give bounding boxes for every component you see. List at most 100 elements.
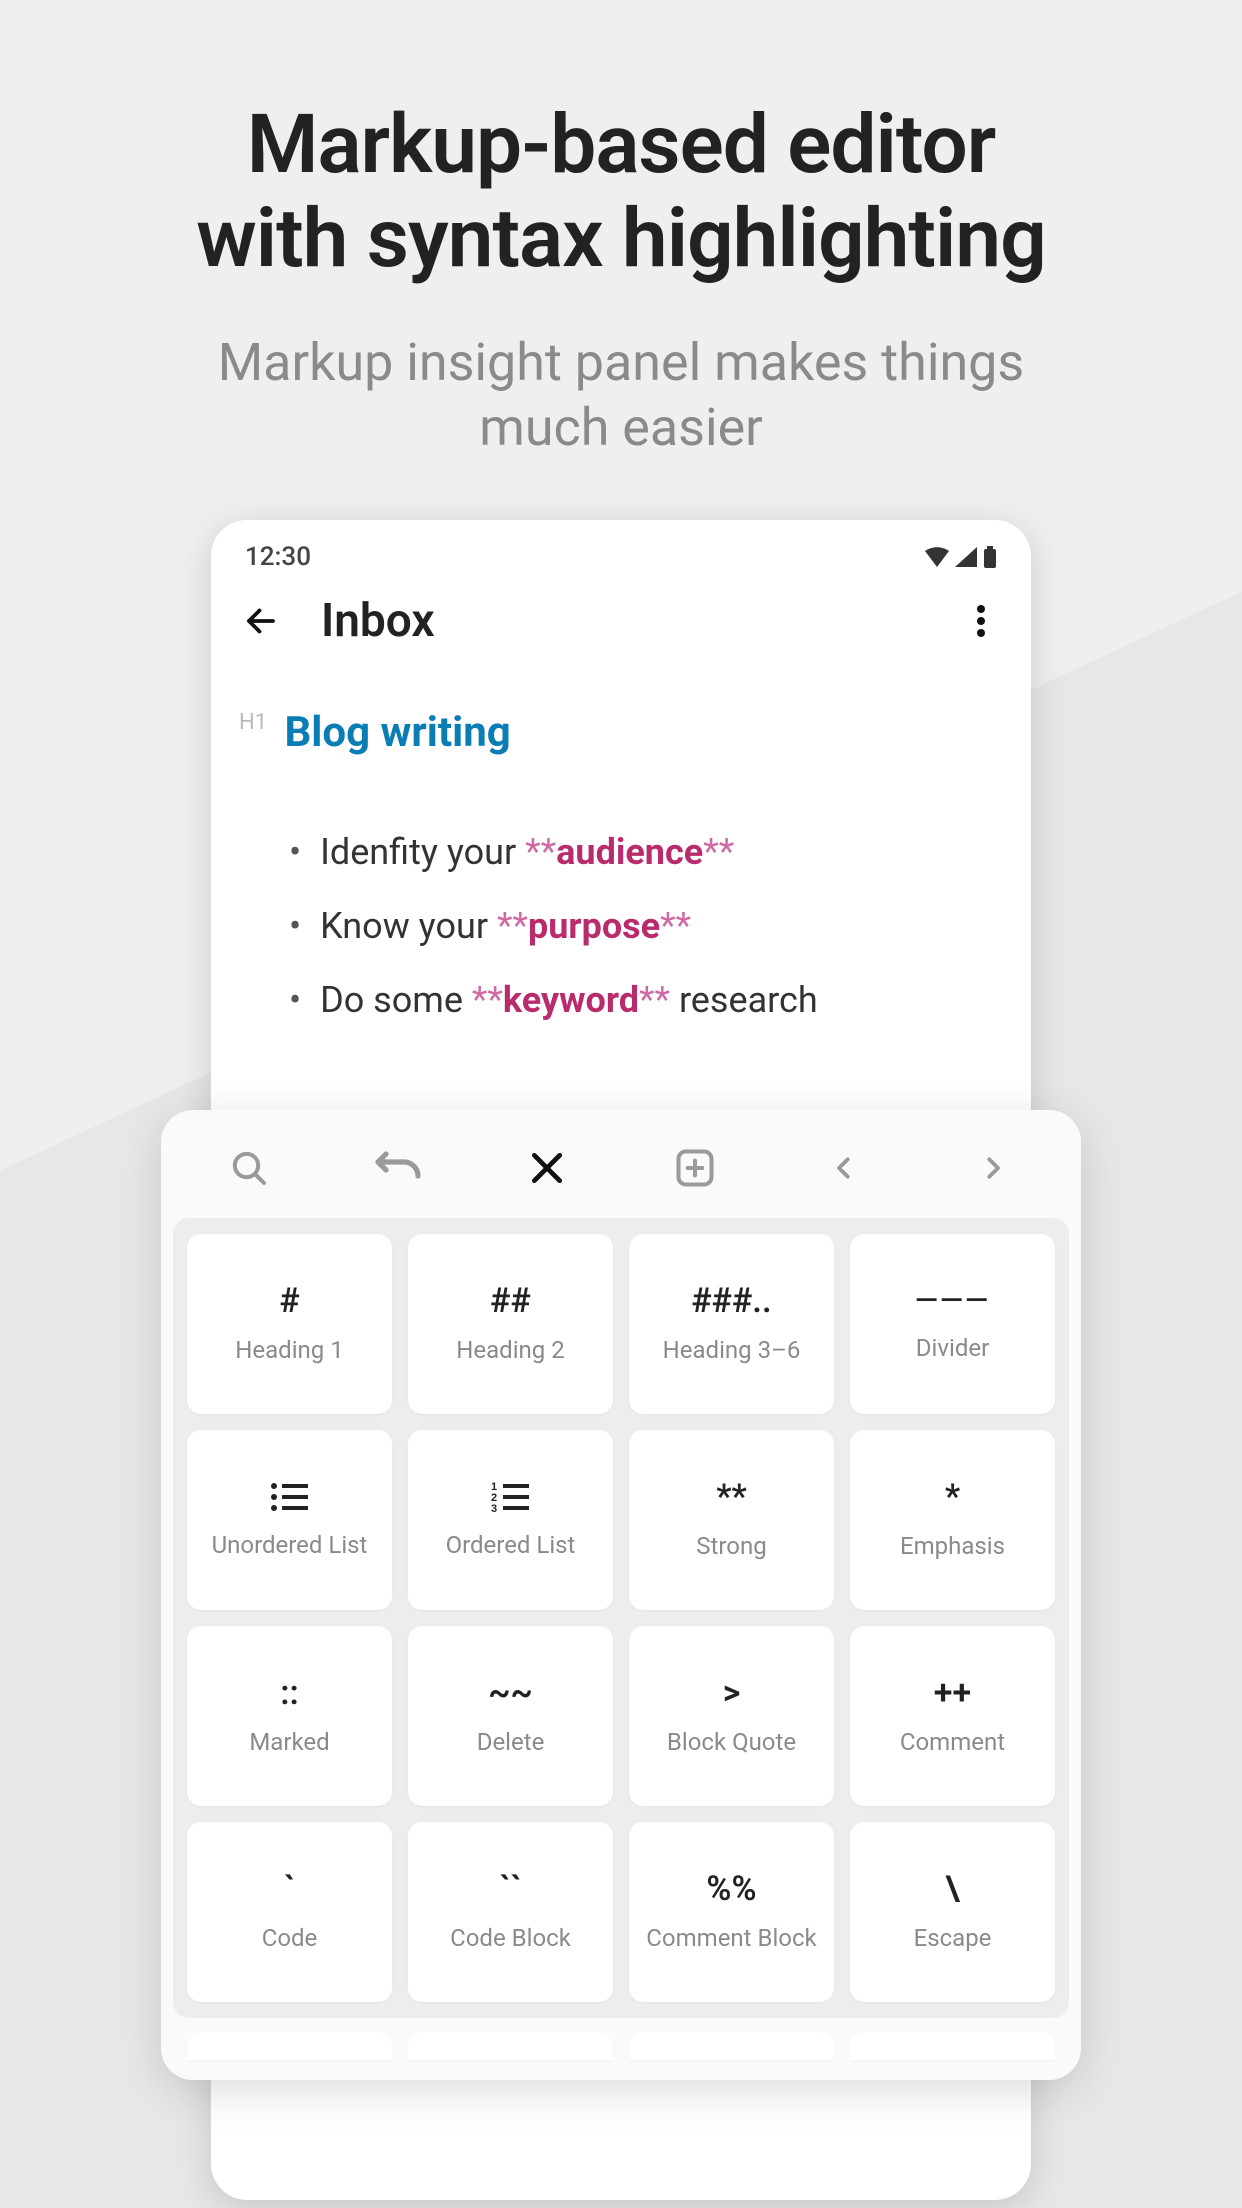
md-stars: **	[497, 905, 528, 947]
peek-cell	[408, 2032, 613, 2060]
cell-sym: #	[279, 1284, 299, 1318]
more-vert-icon	[976, 604, 986, 638]
back-button[interactable]	[239, 599, 283, 643]
bullet-pre: Idenfity your	[320, 831, 525, 873]
peek-cell	[850, 2032, 1055, 2060]
next-button[interactable]	[963, 1138, 1023, 1198]
unordered-list-icon	[270, 1481, 310, 1513]
cell-sym: \	[945, 1872, 959, 1906]
cell-comment-block[interactable]: %% Comment Block	[629, 1822, 834, 2002]
cell-label: Code	[262, 1924, 318, 1952]
ordered-list-icon: 123	[491, 1481, 531, 1513]
cell-emphasis[interactable]: * Emphasis	[850, 1430, 1055, 1610]
bullet-icon: •	[289, 905, 301, 947]
cell-label: Divider	[916, 1334, 989, 1362]
promo-title-line1: Markup-based editor	[247, 97, 996, 193]
promo-subtitle: Markup insight panel makes things much e…	[0, 330, 1242, 460]
cell-sym: ::	[280, 1676, 299, 1710]
promo-sub-line2: much easier	[479, 397, 763, 458]
arrow-left-icon	[243, 603, 279, 639]
cell-sym: ++	[934, 1676, 971, 1710]
cell-sym: ###..	[691, 1284, 771, 1318]
cell-label: Comment	[900, 1728, 1005, 1756]
md-bold: keyword	[503, 979, 639, 1021]
cell-label: Block Quote	[667, 1728, 796, 1756]
cell-sym: `	[284, 1872, 295, 1906]
markup-grid: #Heading 1 ##Heading 2 ###..Heading 3–6 …	[173, 1218, 1069, 2018]
status-bar: 12:30	[211, 520, 1031, 582]
cell-label: Delete	[477, 1728, 545, 1756]
cell-block-quote[interactable]: >Block Quote	[629, 1626, 834, 1806]
cell-label: Comment Block	[646, 1924, 816, 1952]
cell-escape[interactable]: \Escape	[850, 1822, 1055, 2002]
promo-title: Markup-based editor with syntax highligh…	[0, 98, 1242, 287]
cell-label: Heading 1	[235, 1336, 343, 1364]
bullet-pre: Do some	[320, 979, 472, 1021]
md-stars: **	[472, 979, 503, 1021]
cell-label: Ordered List	[446, 1531, 576, 1559]
signal-icon	[955, 547, 977, 567]
cell-label: Emphasis	[900, 1532, 1005, 1560]
prev-button[interactable]	[814, 1138, 874, 1198]
cell-sym: ##	[490, 1284, 531, 1318]
cell-sym: %%	[706, 1872, 756, 1906]
panel-toolbar	[161, 1110, 1081, 1218]
cell-label: Strong	[696, 1532, 766, 1560]
search-button[interactable]	[219, 1138, 279, 1198]
cell-label: Code Block	[450, 1924, 571, 1952]
editor-area[interactable]: H1 Blog writing • Idenfity your **audien…	[211, 672, 1031, 1028]
cell-heading-1[interactable]: # Heading 1	[187, 1234, 392, 1414]
promo-sub-line1: Markup insight panel makes things	[218, 332, 1024, 393]
page-title: Inbox	[321, 594, 921, 648]
md-bold: purpose	[528, 905, 660, 947]
cell-marked[interactable]: ::Marked	[187, 1626, 392, 1806]
grid-peek-row	[173, 2032, 1069, 2060]
close-button[interactable]	[517, 1138, 577, 1198]
plus-square-icon	[673, 1146, 717, 1190]
battery-icon	[983, 546, 997, 568]
undo-icon	[374, 1148, 422, 1188]
cell-strong[interactable]: ** Strong	[629, 1430, 834, 1610]
cell-comment[interactable]: ++ Comment	[850, 1626, 1055, 1806]
cell-delete[interactable]: ~~ Delete	[408, 1626, 613, 1806]
h1-text: Blog writing	[285, 708, 511, 757]
cell-label: Marked	[249, 1728, 329, 1756]
md-stars: **	[660, 905, 691, 947]
cell-sym: **	[716, 1480, 747, 1514]
cell-sym: ``	[499, 1872, 521, 1906]
app-bar: Inbox	[211, 582, 1031, 672]
peek-cell	[629, 2032, 834, 2060]
cell-unordered-list[interactable]: Unordered List	[187, 1430, 392, 1610]
editor-h1-line: H1 Blog writing	[239, 700, 1003, 765]
md-stars: **	[525, 831, 556, 873]
cell-sym: ~~	[488, 1676, 533, 1710]
promo-title-line2: with syntax highlighting	[196, 191, 1045, 287]
chevron-right-icon	[978, 1148, 1008, 1188]
add-button[interactable]	[665, 1138, 725, 1198]
close-icon	[528, 1149, 566, 1187]
cell-heading-3-6[interactable]: ###.. Heading 3–6	[629, 1234, 834, 1414]
cell-heading-2[interactable]: ##Heading 2	[408, 1234, 613, 1414]
cell-code-block[interactable]: `` Code Block	[408, 1822, 613, 2002]
markup-panel: #Heading 1 ##Heading 2 ###..Heading 3–6 …	[161, 1110, 1081, 2080]
bullet-icon: •	[289, 831, 301, 873]
status-time: 12:30	[245, 542, 311, 572]
cell-label: Unordered List	[212, 1531, 368, 1559]
cell-label: Heading 3–6	[663, 1336, 801, 1364]
wifi-icon	[925, 547, 949, 567]
bullet-line-0: • Idenfity your **audience**	[269, 825, 1003, 881]
md-stars: **	[639, 979, 670, 1021]
bullet-icon: •	[289, 979, 301, 1021]
bullet-line-2: • Do some **keyword** research	[269, 973, 1003, 1029]
cell-sym: ———	[915, 1286, 990, 1316]
bullet-post: research	[670, 979, 818, 1021]
undo-button[interactable]	[368, 1138, 428, 1198]
cell-divider[interactable]: ——— Divider	[850, 1234, 1055, 1414]
more-button[interactable]	[959, 599, 1003, 643]
md-bold: audience	[556, 831, 703, 873]
cell-sym: *	[945, 1480, 960, 1514]
cell-code[interactable]: ` Code	[187, 1822, 392, 2002]
cell-ordered-list[interactable]: 123 Ordered List	[408, 1430, 613, 1610]
search-icon	[229, 1148, 269, 1188]
svg-text:3: 3	[491, 1503, 497, 1513]
